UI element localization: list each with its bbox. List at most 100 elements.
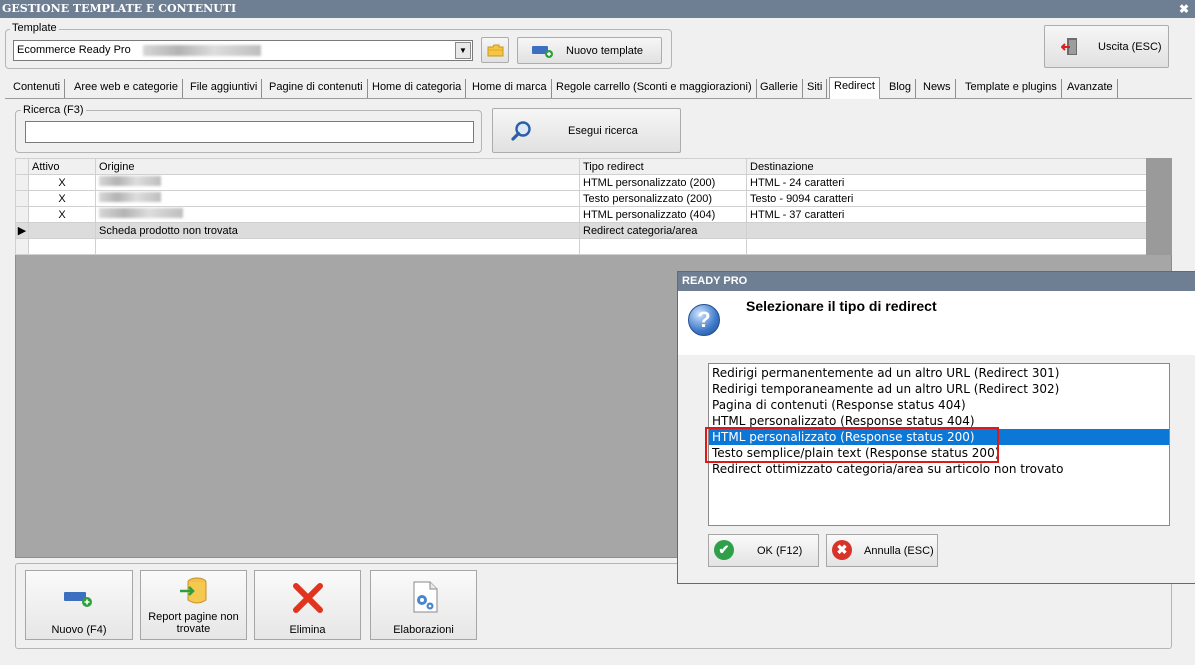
list-item[interactable]: Redirigi temporaneamente ad un altro URL… [709,381,1169,397]
cell-origine [95,190,580,207]
row-indicator [15,206,29,223]
exit-button[interactable]: Uscita (ESC) [1044,25,1169,68]
new-template-label: Nuovo template [566,45,644,57]
tab-news[interactable]: News [919,79,956,98]
table-row-new[interactable] [15,238,1147,255]
cell-attivo: X [28,206,96,223]
database-export-icon [180,577,207,604]
empty-cell [28,238,96,255]
search-input[interactable] [25,121,474,143]
open-folder-button[interactable] [481,37,509,63]
cancel-button[interactable]: ✖ Annulla (ESC) [826,534,938,567]
cell-attivo [28,222,96,239]
delete-button-label: Elimina [289,624,326,636]
add-template-icon [532,46,553,58]
report-button-label-2: trovate [176,623,211,635]
header-indicator [15,158,29,175]
folder-icon [487,44,504,57]
table-row[interactable]: X HTML personalizzato (200) HTML - 24 ca… [15,174,1147,191]
cell-origine: Scheda prodotto non trovata [95,222,580,239]
template-select-value: Ecommerce Ready Pro [17,44,131,56]
cell-tipo: HTML personalizzato (200) [579,174,747,191]
highlight-annotation [705,427,999,463]
table-row[interactable]: ▶ Scheda prodotto non trovata Redirect c… [15,222,1147,239]
exit-button-label: Uscita (ESC) [1098,41,1162,53]
tab-home-di-marca[interactable]: Home di marca [468,79,552,98]
ok-button[interactable]: ✔ OK (F12) [708,534,819,567]
tab-redirect[interactable]: Redirect [829,77,880,99]
redirect-grid[interactable]: Attivo Origine Tipo redirect Destinazion… [15,158,1147,255]
window-title: GESTIONE TEMPLATE E CONTENUTI [2,2,237,15]
tab-blog[interactable]: Blog [885,79,917,98]
dialog-message: Selezionare il tipo di redirect [746,298,937,314]
grid-header: Attivo Origine Tipo redirect Destinazion… [15,158,1147,175]
list-item[interactable]: Redirigi permanentemente ad un altro URL… [709,365,1169,381]
tab-regole-carrello[interactable]: Regole carrello (Sconti e maggiorazioni) [552,79,757,98]
redacted-text [99,176,161,186]
redacted-text [99,192,161,202]
cell-origine [95,174,580,191]
process-button-label: Elaborazioni [393,624,454,636]
document-gear-icon [413,581,438,613]
check-icon: ✔ [714,540,734,560]
empty-cell [95,238,580,255]
cell-destinazione: Testo - 9094 caratteri [746,190,1147,207]
empty-cell [746,238,1147,255]
cell-destinazione: HTML - 24 caratteri [746,174,1147,191]
close-icon[interactable]: ✖ [1179,0,1189,18]
dialog-title: READY PRO [678,272,1195,291]
column-header[interactable]: Attivo [28,158,96,175]
cell-destinazione [746,222,1147,239]
delete-x-icon [293,583,323,613]
exit-door-icon [1061,38,1077,55]
window-title-bar: GESTIONE TEMPLATE E CONTENUTI [0,0,1195,18]
delete-button[interactable]: Elimina [254,570,361,640]
redirect-type-dialog: READY PRO ? Selezionare il tipo di redir… [677,271,1195,584]
new-button-label: Nuovo (F4) [51,624,107,636]
ok-button-label: OK (F12) [757,545,803,557]
cell-destinazione: HTML - 37 caratteri [746,206,1147,223]
report-button[interactable]: Report pagine non trovate [140,570,247,640]
report-button-label-1: Report pagine non [148,611,239,623]
add-icon [64,592,92,607]
cancel-button-label: Annulla (ESC) [864,545,934,557]
table-row[interactable]: X HTML personalizzato (404) HTML - 37 ca… [15,206,1147,223]
tab-avanzate[interactable]: Avanzate [1063,79,1118,98]
table-row[interactable]: X Testo personalizzato (200) Testo - 909… [15,190,1147,207]
current-row-arrow-icon: ▶ [15,222,29,239]
cell-origine [95,206,580,223]
list-item[interactable]: Redirect ottimizzato categoria/area su a… [709,461,1169,477]
grid-scrollbar[interactable] [1146,158,1172,255]
column-header[interactable]: Origine [95,158,580,175]
new-template-button[interactable]: Nuovo template [517,37,662,64]
tab-siti[interactable]: Siti [803,79,828,98]
search-label: Ricerca (F3) [21,104,86,116]
tab-home-di-categoria[interactable]: Home di categoria [368,79,467,98]
tab-strip-line [5,98,1192,99]
row-indicator [15,190,29,207]
new-button[interactable]: Nuovo (F4) [25,570,133,640]
row-indicator [15,174,29,191]
cell-tipo: Redirect categoria/area [579,222,747,239]
tab-template-e-plugins[interactable]: Template e plugins [961,79,1062,98]
chevron-down-icon[interactable]: ▼ [455,42,471,59]
row-indicator [15,238,29,255]
redacted-text [99,208,183,218]
tab-file-aggiuntivi[interactable]: File aggiuntivi [186,79,263,98]
cell-attivo: X [28,190,96,207]
search-button[interactable]: Esegui ricerca [492,108,681,153]
column-header[interactable]: Tipo redirect [579,158,747,175]
cell-tipo: Testo personalizzato (200) [579,190,747,207]
process-button[interactable]: Elaborazioni [370,570,477,640]
tab-gallerie[interactable]: Gallerie [756,79,803,98]
empty-cell [579,238,747,255]
list-item[interactable]: Pagina di contenuti (Response status 404… [709,397,1169,413]
tab-contenuti[interactable]: Contenuti [9,79,66,98]
cancel-x-icon: ✖ [832,540,852,560]
tab-pagine-di-contenuti[interactable]: Pagine di contenuti [265,79,368,98]
column-header[interactable]: Destinazione [746,158,1147,175]
tab-aree-web-e-categorie[interactable]: Aree web e categorie [70,79,183,98]
template-select[interactable]: Ecommerce Ready Pro ▼ [13,40,473,61]
template-group-label: Template [10,22,59,34]
search-icon [511,121,531,141]
